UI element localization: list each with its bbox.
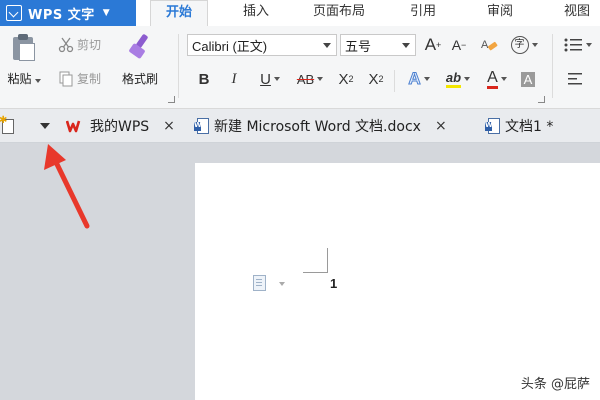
- doc-tab-label: 文档1 *: [505, 118, 554, 135]
- paste-icon: [13, 34, 35, 61]
- phonetic-guide-button[interactable]: 字: [508, 34, 540, 56]
- document-workspace: 1 头条 @屁萨: [0, 143, 600, 400]
- tab-home[interactable]: 开始: [150, 0, 208, 27]
- tab-insert[interactable]: 插入: [230, 0, 282, 26]
- subscript-label: X: [368, 70, 379, 88]
- clear-formatting-button[interactable]: A: [478, 34, 500, 56]
- font-size-select[interactable]: 五号: [340, 34, 416, 56]
- doc-tab-document1[interactable]: 文档1 *: [485, 109, 553, 142]
- chevron-down-icon: [279, 282, 285, 286]
- menu-bar: WPS 文字 ▼ 开始 插入 页面布局 引用 审阅 视图: [0, 0, 600, 27]
- new-document-icon[interactable]: ✱: [0, 115, 14, 134]
- bullet-list-button[interactable]: [560, 34, 594, 56]
- group-separator: [394, 70, 395, 92]
- page-text: 1: [330, 276, 338, 291]
- wps-logo-icon: [65, 119, 84, 133]
- tab-review[interactable]: 审阅: [474, 0, 526, 26]
- highlight-button[interactable]: ab: [440, 68, 476, 90]
- app-menu-button[interactable]: WPS 文字 ▼: [0, 0, 136, 26]
- superscript-button[interactable]: X2: [334, 68, 358, 90]
- font-name-value: Calibri (正文): [192, 38, 268, 54]
- copy-label: 复制: [77, 72, 102, 86]
- chevron-down-icon: [402, 43, 410, 48]
- format-painter-label: 格式刷: [121, 72, 158, 86]
- align-left-icon: [568, 73, 582, 85]
- strikethrough-label: AB: [296, 71, 315, 87]
- superscript-label: X: [338, 70, 349, 88]
- doc-tab-label: 我的WPS: [90, 118, 150, 135]
- eraser-icon: A: [481, 39, 498, 51]
- grow-font-button[interactable]: A +: [422, 34, 444, 56]
- font-dialog-launcher[interactable]: [538, 96, 545, 103]
- strikethrough-button[interactable]: AB: [292, 68, 328, 90]
- clipboard-dialog-launcher[interactable]: [168, 96, 175, 103]
- text-effects-label: A: [408, 69, 421, 89]
- bold-button[interactable]: B: [194, 68, 214, 90]
- shrink-font-button[interactable]: A −: [448, 34, 470, 56]
- grow-font-label: A: [424, 35, 437, 54]
- tab-list-dropdown-button[interactable]: [38, 119, 52, 133]
- phonetic-guide-icon: 字: [510, 36, 529, 54]
- doc-tab-new-word-document[interactable]: 新建 Microsoft Word 文档.docx ×: [194, 109, 447, 142]
- close-icon[interactable]: ×: [435, 118, 447, 134]
- format-painter-button[interactable]: 格式刷: [114, 33, 166, 104]
- font-size-value: 五号: [345, 38, 372, 54]
- font-color-button[interactable]: A: [480, 68, 514, 90]
- superscript-mark: 2: [348, 74, 354, 84]
- ribbon-home: 粘贴 剪切 复制 格式刷 Calibri (正文) 五号 A + A − A 字…: [0, 26, 600, 109]
- doc-tab-my-wps[interactable]: 我的WPS ×: [65, 109, 175, 142]
- chevron-down-icon: ▼: [102, 8, 110, 18]
- copy-button[interactable]: 复制: [58, 70, 101, 87]
- paragraph-layout-icon[interactable]: [253, 275, 267, 291]
- bullet-list-icon: [564, 38, 582, 52]
- wps-writer-logo-icon: [6, 5, 22, 21]
- cut-button[interactable]: 剪切: [58, 36, 101, 53]
- paintbrush-icon: [128, 33, 152, 60]
- margin-corner-marker: [303, 248, 328, 273]
- document-page[interactable]: 1: [195, 163, 600, 400]
- app-title: WPS 文字: [28, 7, 95, 23]
- scissors-icon: [58, 37, 74, 53]
- cut-label: 剪切: [77, 38, 102, 52]
- group-separator: [552, 34, 553, 98]
- word-document-icon: [194, 117, 209, 134]
- shrink-font-label: A: [451, 37, 462, 53]
- align-left-button[interactable]: [566, 68, 586, 90]
- doc-tab-label: 新建 Microsoft Word 文档.docx: [214, 118, 421, 135]
- character-shading-label: A: [520, 71, 536, 87]
- close-icon[interactable]: ×: [163, 118, 175, 134]
- underline-button[interactable]: U: [254, 68, 286, 90]
- chevron-down-icon: [323, 43, 331, 48]
- subscript-button[interactable]: X2: [364, 68, 388, 90]
- underline-label: U: [260, 70, 271, 88]
- tab-view[interactable]: 视图: [552, 0, 600, 26]
- tab-page-layout[interactable]: 页面布局: [300, 0, 378, 26]
- paste-label: 粘贴: [4, 70, 44, 87]
- group-separator: [178, 34, 179, 98]
- tab-references[interactable]: 引用: [398, 0, 448, 26]
- copy-icon: [58, 71, 74, 87]
- subscript-mark: 2: [378, 74, 384, 84]
- italic-button[interactable]: I: [224, 68, 244, 90]
- word-document-icon: [485, 117, 500, 134]
- font-name-select[interactable]: Calibri (正文): [187, 34, 337, 56]
- paste-button[interactable]: 粘贴: [4, 34, 44, 104]
- svg-text:A: A: [481, 39, 489, 51]
- document-tab-bar: ✱ 我的WPS × 新建 Microsoft Word 文档.docx × 文档…: [0, 109, 600, 143]
- font-color-label: A: [487, 69, 498, 89]
- character-shading-button[interactable]: A: [518, 68, 538, 90]
- highlight-label: ab: [445, 70, 462, 88]
- text-effects-button[interactable]: A: [402, 68, 436, 90]
- watermark: 头条 @屁萨: [520, 377, 590, 392]
